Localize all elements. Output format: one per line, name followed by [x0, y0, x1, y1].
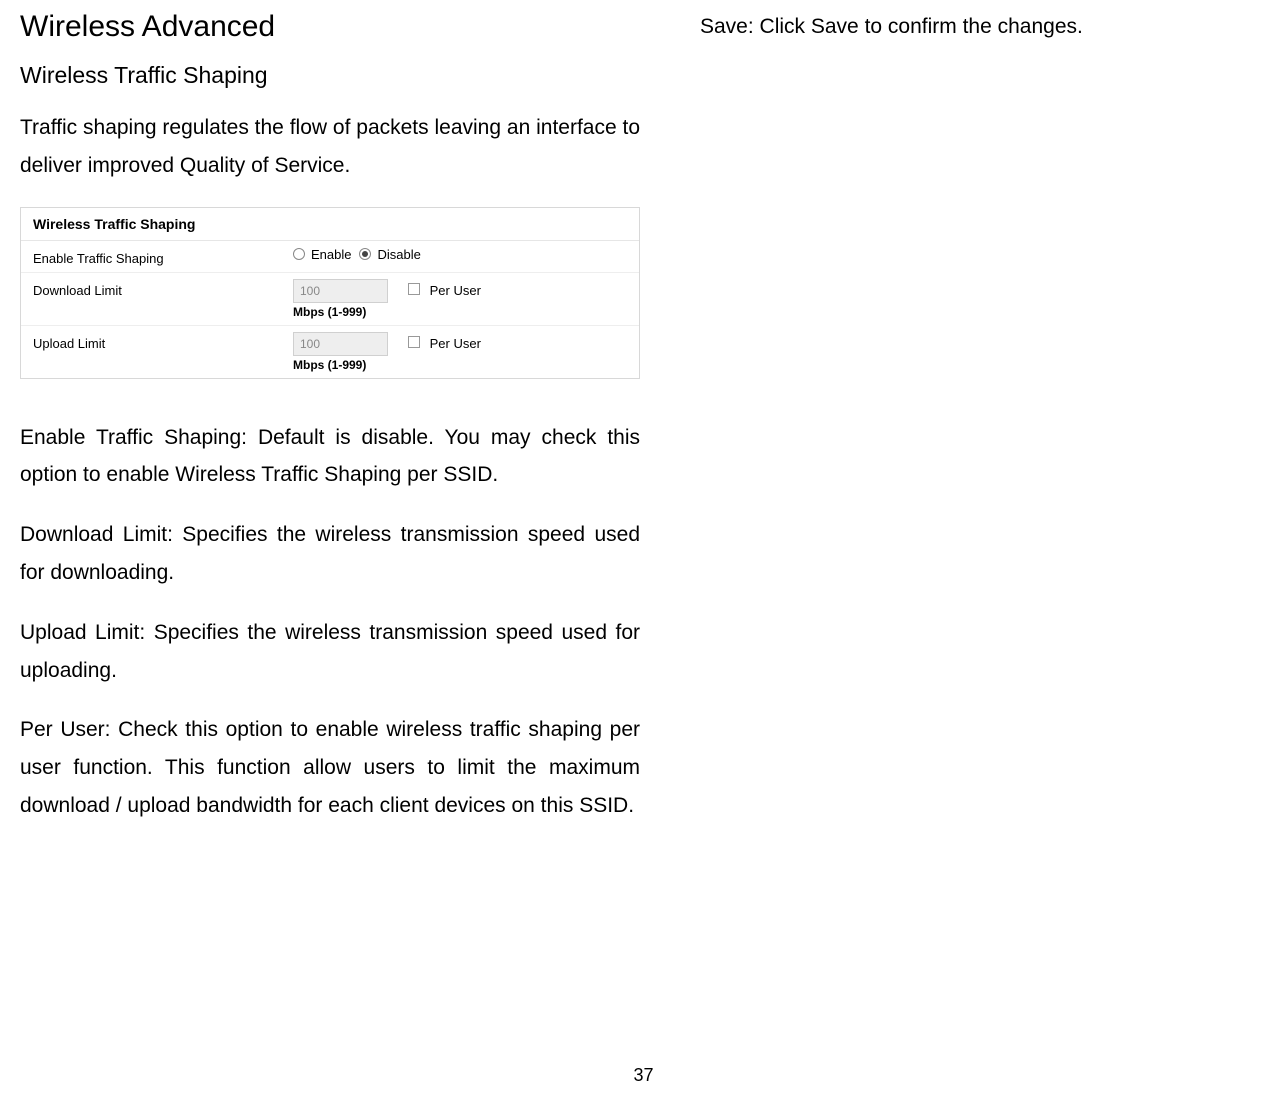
- enable-radio-group: Enable: [293, 247, 351, 262]
- download-label: Download Limit: [33, 279, 293, 298]
- config-panel: Wireless Traffic Shaping Enable Traffic …: [20, 207, 640, 379]
- download-hint: Mbps (1-999): [293, 305, 481, 319]
- page-number: 37: [633, 1065, 653, 1086]
- upload-peruser-label: Per User: [430, 336, 481, 351]
- intro-paragraph: Traffic shaping regulates the flow of pa…: [20, 109, 640, 185]
- download-peruser-checkbox[interactable]: [408, 283, 420, 295]
- upload-description: Upload Limit: Specifies the wireless tra…: [20, 614, 640, 690]
- radio-disable-label: Disable: [377, 247, 420, 262]
- page-heading: Wireless Advanced: [20, 10, 640, 44]
- download-input[interactable]: [293, 279, 388, 303]
- enable-label: Enable Traffic Shaping: [33, 247, 293, 266]
- upload-input[interactable]: [293, 332, 388, 356]
- section-heading: Wireless Traffic Shaping: [20, 62, 640, 89]
- config-row-download: Download Limit Per User Mbps (1-999): [21, 273, 639, 326]
- peruser-description: Per User: Check this option to enable wi…: [20, 711, 640, 824]
- radio-enable-label: Enable: [311, 247, 351, 262]
- radio-disable[interactable]: [359, 248, 371, 260]
- upload-label: Upload Limit: [33, 332, 293, 351]
- enable-description: Enable Traffic Shaping: Default is disab…: [20, 419, 640, 495]
- config-panel-title: Wireless Traffic Shaping: [21, 208, 639, 241]
- save-description: Save: Click Save to confirm the changes.: [700, 10, 1267, 44]
- upload-peruser-checkbox[interactable]: [408, 336, 420, 348]
- download-peruser-label: Per User: [430, 283, 481, 298]
- config-row-enable: Enable Traffic Shaping Enable Disable: [21, 241, 639, 273]
- disable-radio-group: Disable: [359, 247, 420, 262]
- upload-hint: Mbps (1-999): [293, 358, 481, 372]
- download-description: Download Limit: Specifies the wireless t…: [20, 516, 640, 592]
- radio-enable[interactable]: [293, 248, 305, 260]
- config-row-upload: Upload Limit Per User Mbps (1-999): [21, 326, 639, 378]
